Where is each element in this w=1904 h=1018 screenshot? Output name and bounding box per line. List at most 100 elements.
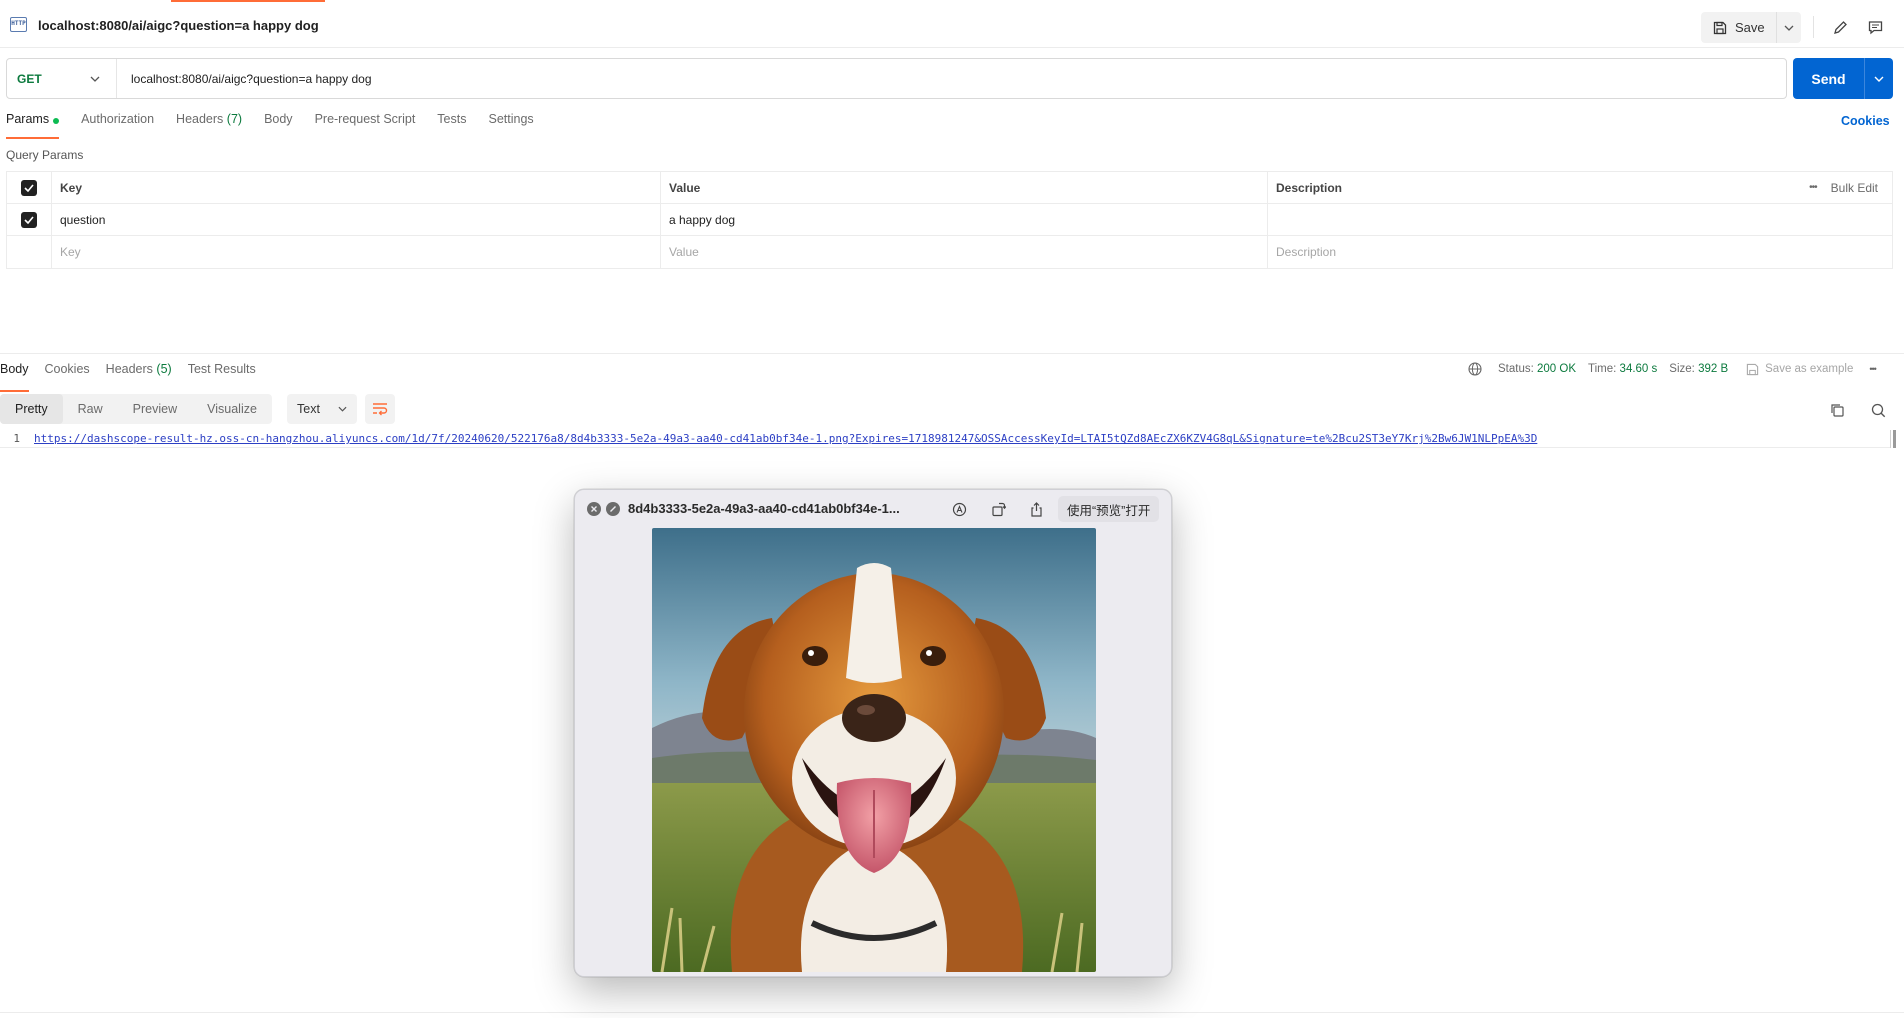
tab-pre-request-script[interactable]: Pre-request Script xyxy=(315,112,416,138)
method-label: GET xyxy=(17,71,42,86)
fullscreen-button[interactable] xyxy=(606,502,620,516)
tab-settings[interactable]: Settings xyxy=(488,112,533,138)
save-label: Save xyxy=(1735,20,1765,35)
response-tab-headers[interactable]: Headers (5) xyxy=(106,362,172,386)
send-options-button[interactable] xyxy=(1865,58,1893,99)
save-button[interactable]: Save xyxy=(1701,12,1777,43)
save-icon xyxy=(1713,21,1727,34)
send-group: Send xyxy=(1793,58,1893,99)
share-button[interactable] xyxy=(1027,500,1045,518)
size-field[interactable]: Size: 392 B xyxy=(1669,363,1728,375)
new-value-input[interactable]: Value xyxy=(661,236,1268,268)
close-button[interactable] xyxy=(587,502,601,516)
query-params-label: Query Params xyxy=(6,148,84,162)
response-tab-test-results[interactable]: Test Results xyxy=(188,362,256,386)
edit-button[interactable] xyxy=(1827,14,1853,40)
search-response-button[interactable] xyxy=(1868,400,1888,420)
column-header-value: Value xyxy=(661,172,1268,203)
tab-headers[interactable]: Headers (7) xyxy=(176,112,242,138)
request-tabs: Params Authorization Headers (7) Body Pr… xyxy=(6,112,556,139)
format-select[interactable]: Text xyxy=(287,394,357,424)
bulk-edit-button[interactable]: Bulk Edit xyxy=(1831,181,1878,195)
comment-icon xyxy=(1868,20,1882,34)
view-tab-visualize[interactable]: Visualize xyxy=(192,394,272,424)
rotate-button[interactable] xyxy=(989,500,1007,518)
row-checkbox[interactable] xyxy=(21,211,37,228)
happy-dog-photo xyxy=(652,528,1096,972)
view-tab-pretty[interactable]: Pretty xyxy=(0,394,63,424)
table-row-empty: Key Value Description xyxy=(7,236,1892,268)
select-all-checkbox[interactable] xyxy=(21,179,37,196)
column-header-description: Description ••• Bulk Edit xyxy=(1268,172,1892,203)
save-as-example-label: Save as example xyxy=(1765,363,1854,375)
pencil-icon xyxy=(1833,20,1847,34)
save-as-example-button[interactable]: Save as example xyxy=(1746,363,1853,376)
chevron-down-icon xyxy=(90,76,100,82)
cookies-link[interactable]: Cookies xyxy=(1841,114,1890,128)
dog-image xyxy=(652,528,1096,972)
copy-icon xyxy=(1830,403,1844,417)
title-bar: HTTP localhost:8080/ai/aigc?question=a h… xyxy=(0,2,1904,48)
time-field[interactable]: Time: 34.60 s xyxy=(1588,363,1657,375)
send-button[interactable]: Send xyxy=(1793,58,1865,99)
check-icon xyxy=(24,183,34,192)
view-tab-preview[interactable]: Preview xyxy=(118,394,192,424)
size-value: 392 B xyxy=(1698,363,1729,375)
table-row: question a happy dog xyxy=(7,204,1892,236)
tab-body[interactable]: Body xyxy=(264,112,293,138)
comments-button[interactable] xyxy=(1862,14,1888,40)
more-options-icon[interactable]: ••• xyxy=(1809,182,1817,193)
save-options-button[interactable] xyxy=(1777,12,1801,43)
response-url-link[interactable]: https://dashscope-result-hz.oss-cn-hangz… xyxy=(34,432,1537,445)
time-label: Time: xyxy=(1588,363,1617,375)
response-tab-body[interactable]: Body xyxy=(0,362,29,392)
bulk-actions: ••• Bulk Edit xyxy=(1809,181,1878,195)
view-mode-tabs: Pretty Raw Preview Visualize xyxy=(0,394,272,424)
check-icon xyxy=(24,215,34,224)
chevron-down-icon xyxy=(1784,25,1794,31)
close-icon xyxy=(591,506,597,512)
markup-button[interactable] xyxy=(950,500,968,518)
tab-params-label: Params xyxy=(6,112,50,126)
select-all-cell xyxy=(7,172,52,203)
format-select-value: Text xyxy=(297,402,320,416)
globe-icon[interactable] xyxy=(1468,362,1482,376)
fullscreen-icon xyxy=(610,506,616,512)
chevron-down-icon xyxy=(1874,76,1884,82)
param-description-cell[interactable] xyxy=(1268,204,1892,235)
copy-response-button[interactable] xyxy=(1827,400,1847,420)
http-icon: HTTP xyxy=(10,17,27,32)
quick-look-window: 8d4b3333-5e2a-49a3-aa40-cd41ab0bf34e-1..… xyxy=(574,489,1172,977)
tab-headers-label: Headers xyxy=(176,112,224,126)
column-header-description-label: Description xyxy=(1276,180,1343,195)
view-tab-raw[interactable]: Raw xyxy=(63,394,118,424)
param-value-cell[interactable]: a happy dog xyxy=(661,204,1268,235)
tab-headers-count: (7) xyxy=(226,112,243,126)
new-key-input[interactable]: Key xyxy=(52,236,661,268)
response-scrollbar[interactable] xyxy=(1890,430,1898,448)
tab-params[interactable]: Params xyxy=(6,112,60,139)
wrap-lines-button[interactable] xyxy=(365,394,395,424)
quick-look-toolbar: 8d4b3333-5e2a-49a3-aa40-cd41ab0bf34e-1..… xyxy=(575,490,1171,528)
new-description-input[interactable]: Description xyxy=(1268,236,1892,268)
save-group: Save xyxy=(1701,12,1801,43)
share-icon xyxy=(1030,501,1042,517)
response-body-line: 1 https://dashscope-result-hz.oss-cn-han… xyxy=(0,430,1890,448)
response-more-icon[interactable]: ••• xyxy=(1869,364,1877,374)
url-input[interactable]: localhost:8080/ai/aigc?question=a happy … xyxy=(117,72,1786,86)
quick-look-filename: 8d4b3333-5e2a-49a3-aa40-cd41ab0bf34e-1..… xyxy=(628,501,900,516)
request-title[interactable]: localhost:8080/ai/aigc?question=a happy … xyxy=(38,18,319,33)
tab-authorization[interactable]: Authorization xyxy=(81,112,154,138)
response-divider xyxy=(0,353,1904,354)
tab-tests[interactable]: Tests xyxy=(437,112,466,138)
search-icon xyxy=(1871,403,1885,417)
status-field[interactable]: Status: 200 OK xyxy=(1498,363,1576,375)
empty-checkbox-cell xyxy=(7,236,52,268)
response-tab-cookies[interactable]: Cookies xyxy=(45,362,90,386)
method-select[interactable]: GET xyxy=(7,59,117,98)
response-meta: Status: 200 OK Time: 34.60 s Size: 392 B… xyxy=(1468,362,1877,376)
open-with-preview-button[interactable]: 使用“预览”打开 xyxy=(1058,496,1160,522)
param-key-cell[interactable]: question xyxy=(52,204,661,235)
rotate-icon xyxy=(991,502,1006,516)
response-tab-headers-count: (5) xyxy=(156,362,172,376)
